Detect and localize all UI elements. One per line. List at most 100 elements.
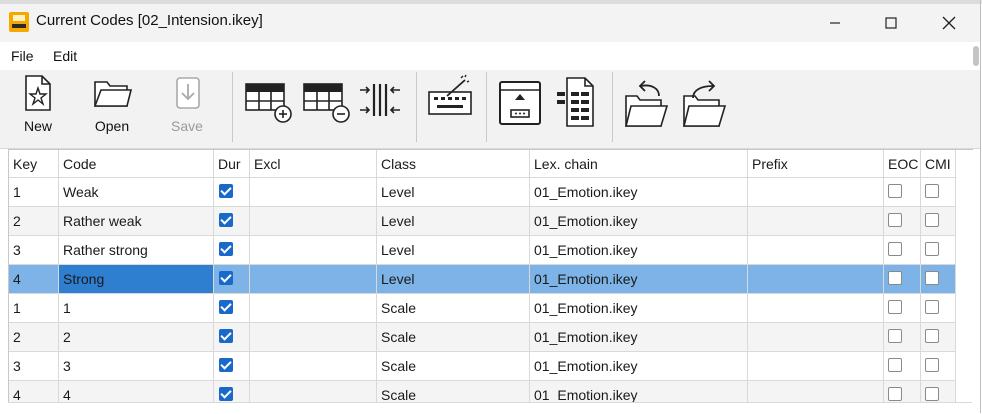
- eoc-checkbox[interactable]: [888, 387, 902, 401]
- cell-dur[interactable]: [214, 294, 250, 323]
- eoc-checkbox[interactable]: [888, 242, 902, 256]
- cell-code[interactable]: Strong: [59, 265, 214, 294]
- dur-checkbox[interactable]: [219, 213, 233, 227]
- add-row-button[interactable]: [242, 74, 294, 140]
- cell-lex[interactable]: 01_Emotion.ikey: [530, 323, 748, 352]
- cell-class[interactable]: Level: [377, 236, 530, 265]
- cell-dur[interactable]: [214, 352, 250, 381]
- dur-checkbox[interactable]: [219, 387, 233, 401]
- sheet-table-button[interactable]: [552, 74, 604, 140]
- export-box-button[interactable]: [494, 74, 546, 140]
- cell-prefix[interactable]: [748, 236, 884, 265]
- cell-lex[interactable]: 01_Emotion.ikey: [530, 265, 748, 294]
- cell-excl[interactable]: [250, 178, 377, 207]
- eoc-checkbox[interactable]: [888, 184, 902, 198]
- menu-file[interactable]: File: [11, 48, 34, 64]
- cmi-checkbox[interactable]: [925, 329, 939, 343]
- open-button[interactable]: Open: [88, 74, 136, 140]
- cell-code[interactable]: 2: [59, 323, 214, 352]
- cell-key[interactable]: 1: [9, 178, 59, 207]
- column-header-dur[interactable]: Dur: [214, 150, 250, 178]
- eoc-checkbox[interactable]: [888, 300, 902, 314]
- dur-checkbox[interactable]: [219, 242, 233, 256]
- cell-key[interactable]: 4: [9, 265, 59, 294]
- dur-checkbox[interactable]: [219, 271, 233, 285]
- table-row[interactable]: 1 1 Scale 01_Emotion.ikey: [9, 294, 973, 323]
- cell-eoc[interactable]: [884, 265, 921, 294]
- new-button[interactable]: New: [14, 74, 62, 140]
- table-horizontal-scrollbar[interactable]: [8, 402, 972, 414]
- cell-lex[interactable]: 01_Emotion.ikey: [530, 178, 748, 207]
- save-button[interactable]: Save: [163, 74, 211, 140]
- maximize-button[interactable]: [868, 4, 914, 42]
- cell-code[interactable]: Rather strong: [59, 236, 214, 265]
- cell-dur[interactable]: [214, 265, 250, 294]
- split-columns-button[interactable]: [356, 74, 404, 140]
- cell-prefix[interactable]: [748, 265, 884, 294]
- cell-key[interactable]: 3: [9, 236, 59, 265]
- cell-key[interactable]: 3: [9, 352, 59, 381]
- remove-row-button[interactable]: [300, 74, 352, 140]
- cell-prefix[interactable]: [748, 323, 884, 352]
- cell-class[interactable]: Scale: [377, 323, 530, 352]
- cell-code[interactable]: Rather weak: [59, 207, 214, 236]
- cell-class[interactable]: Scale: [377, 352, 530, 381]
- cell-code[interactable]: Weak: [59, 178, 214, 207]
- table-row[interactable]: 3 3 Scale 01_Emotion.ikey: [9, 352, 973, 381]
- cell-excl[interactable]: [250, 265, 377, 294]
- cell-lex[interactable]: 01_Emotion.ikey: [530, 294, 748, 323]
- cmi-checkbox[interactable]: [925, 184, 939, 198]
- cell-eoc[interactable]: [884, 352, 921, 381]
- cell-excl[interactable]: [250, 207, 377, 236]
- cell-dur[interactable]: [214, 207, 250, 236]
- cell-cmi[interactable]: [921, 294, 956, 323]
- cmi-checkbox[interactable]: [925, 242, 939, 256]
- scrollbar-thumb[interactable]: [973, 46, 979, 66]
- dur-checkbox[interactable]: [219, 300, 233, 314]
- cell-eoc[interactable]: [884, 323, 921, 352]
- cell-cmi[interactable]: [921, 178, 956, 207]
- eoc-checkbox[interactable]: [888, 329, 902, 343]
- column-header-excl[interactable]: Excl: [250, 150, 377, 178]
- cell-key[interactable]: 2: [9, 207, 59, 236]
- cell-class[interactable]: Level: [377, 207, 530, 236]
- cell-excl[interactable]: [250, 236, 377, 265]
- column-header-prefix[interactable]: Prefix: [748, 150, 884, 178]
- cell-code[interactable]: 1: [59, 294, 214, 323]
- minimize-button[interactable]: [812, 4, 858, 42]
- cmi-checkbox[interactable]: [925, 387, 939, 401]
- cmi-checkbox[interactable]: [925, 358, 939, 372]
- cell-class[interactable]: Level: [377, 178, 530, 207]
- cell-cmi[interactable]: [921, 323, 956, 352]
- cell-lex[interactable]: 01_Emotion.ikey: [530, 352, 748, 381]
- table-row[interactable]: 2 Rather weak Level 01_Emotion.ikey: [9, 207, 973, 236]
- cmi-checkbox[interactable]: [925, 271, 939, 285]
- eoc-checkbox[interactable]: [888, 271, 902, 285]
- cell-eoc[interactable]: [884, 236, 921, 265]
- menu-edit[interactable]: Edit: [53, 48, 77, 64]
- column-header-code[interactable]: Code: [59, 150, 214, 178]
- cell-prefix[interactable]: [748, 178, 884, 207]
- import-folder-button[interactable]: [620, 74, 672, 140]
- table-row[interactable]: 1 Weak Level 01_Emotion.ikey: [9, 178, 973, 207]
- cell-class[interactable]: Level: [377, 265, 530, 294]
- cell-eoc[interactable]: [884, 207, 921, 236]
- column-header-lex[interactable]: Lex. chain: [530, 150, 748, 178]
- cell-dur[interactable]: [214, 178, 250, 207]
- cell-dur[interactable]: [214, 323, 250, 352]
- column-header-cmi[interactable]: CMI: [921, 150, 956, 178]
- cell-cmi[interactable]: [921, 265, 956, 294]
- cell-eoc[interactable]: [884, 178, 921, 207]
- cell-prefix[interactable]: [748, 294, 884, 323]
- column-header-class[interactable]: Class: [377, 150, 530, 178]
- table-row[interactable]: 2 2 Scale 01_Emotion.ikey: [9, 323, 973, 352]
- cmi-checkbox[interactable]: [925, 300, 939, 314]
- dur-checkbox[interactable]: [219, 184, 233, 198]
- dur-checkbox[interactable]: [219, 358, 233, 372]
- cell-cmi[interactable]: [921, 236, 956, 265]
- cell-cmi[interactable]: [921, 352, 956, 381]
- cell-code[interactable]: 3: [59, 352, 214, 381]
- cell-class[interactable]: Scale: [377, 294, 530, 323]
- table-row[interactable]: 4 Strong Level 01_Emotion.ikey: [9, 265, 973, 294]
- cell-prefix[interactable]: [748, 352, 884, 381]
